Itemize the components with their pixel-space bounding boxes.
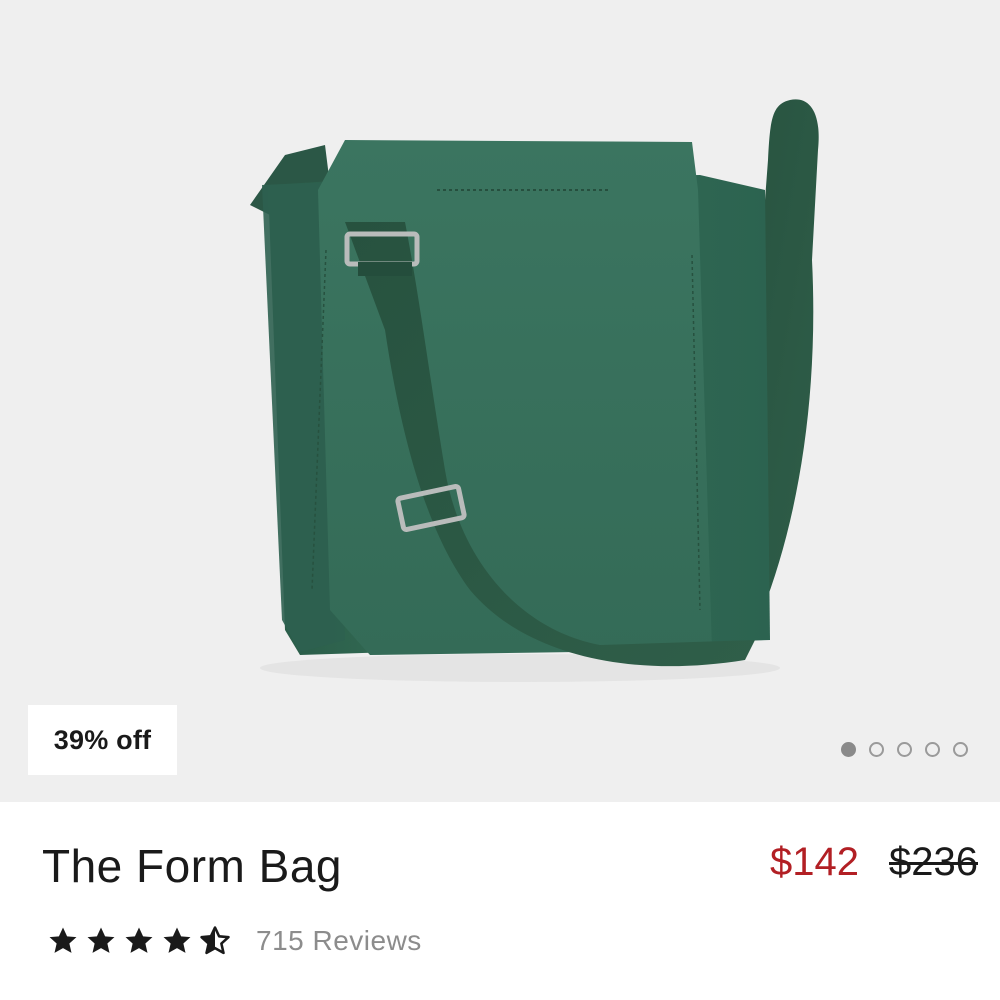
star-icon — [163, 927, 191, 953]
sale-price: $142 — [770, 840, 860, 884]
star-icon — [49, 927, 77, 953]
star-icon — [87, 927, 115, 953]
star-icon — [125, 927, 153, 953]
star-rating — [46, 924, 232, 958]
reviews-link[interactable]: 715 Reviews — [256, 925, 422, 957]
product-image-carousel[interactable]: 39% off — [0, 0, 1000, 802]
carousel-dots — [841, 742, 968, 757]
price-block: $142 $236 — [770, 834, 978, 890]
product-page: 39% off The Form Bag $142 $236 715 Revie… — [0, 0, 1000, 1000]
carousel-dot-5[interactable] — [953, 742, 968, 757]
discount-badge: 39% off — [28, 705, 177, 775]
original-price: $236 — [889, 840, 978, 884]
carousel-dot-2[interactable] — [869, 742, 884, 757]
carousel-dot-3[interactable] — [897, 742, 912, 757]
half-star-icon — [200, 926, 230, 955]
carousel-dot-1[interactable] — [841, 742, 856, 757]
rating-row[interactable]: 715 Reviews — [46, 918, 422, 964]
product-image — [250, 99, 819, 682]
product-title: The Form Bag — [42, 840, 342, 892]
carousel-dot-4[interactable] — [925, 742, 940, 757]
